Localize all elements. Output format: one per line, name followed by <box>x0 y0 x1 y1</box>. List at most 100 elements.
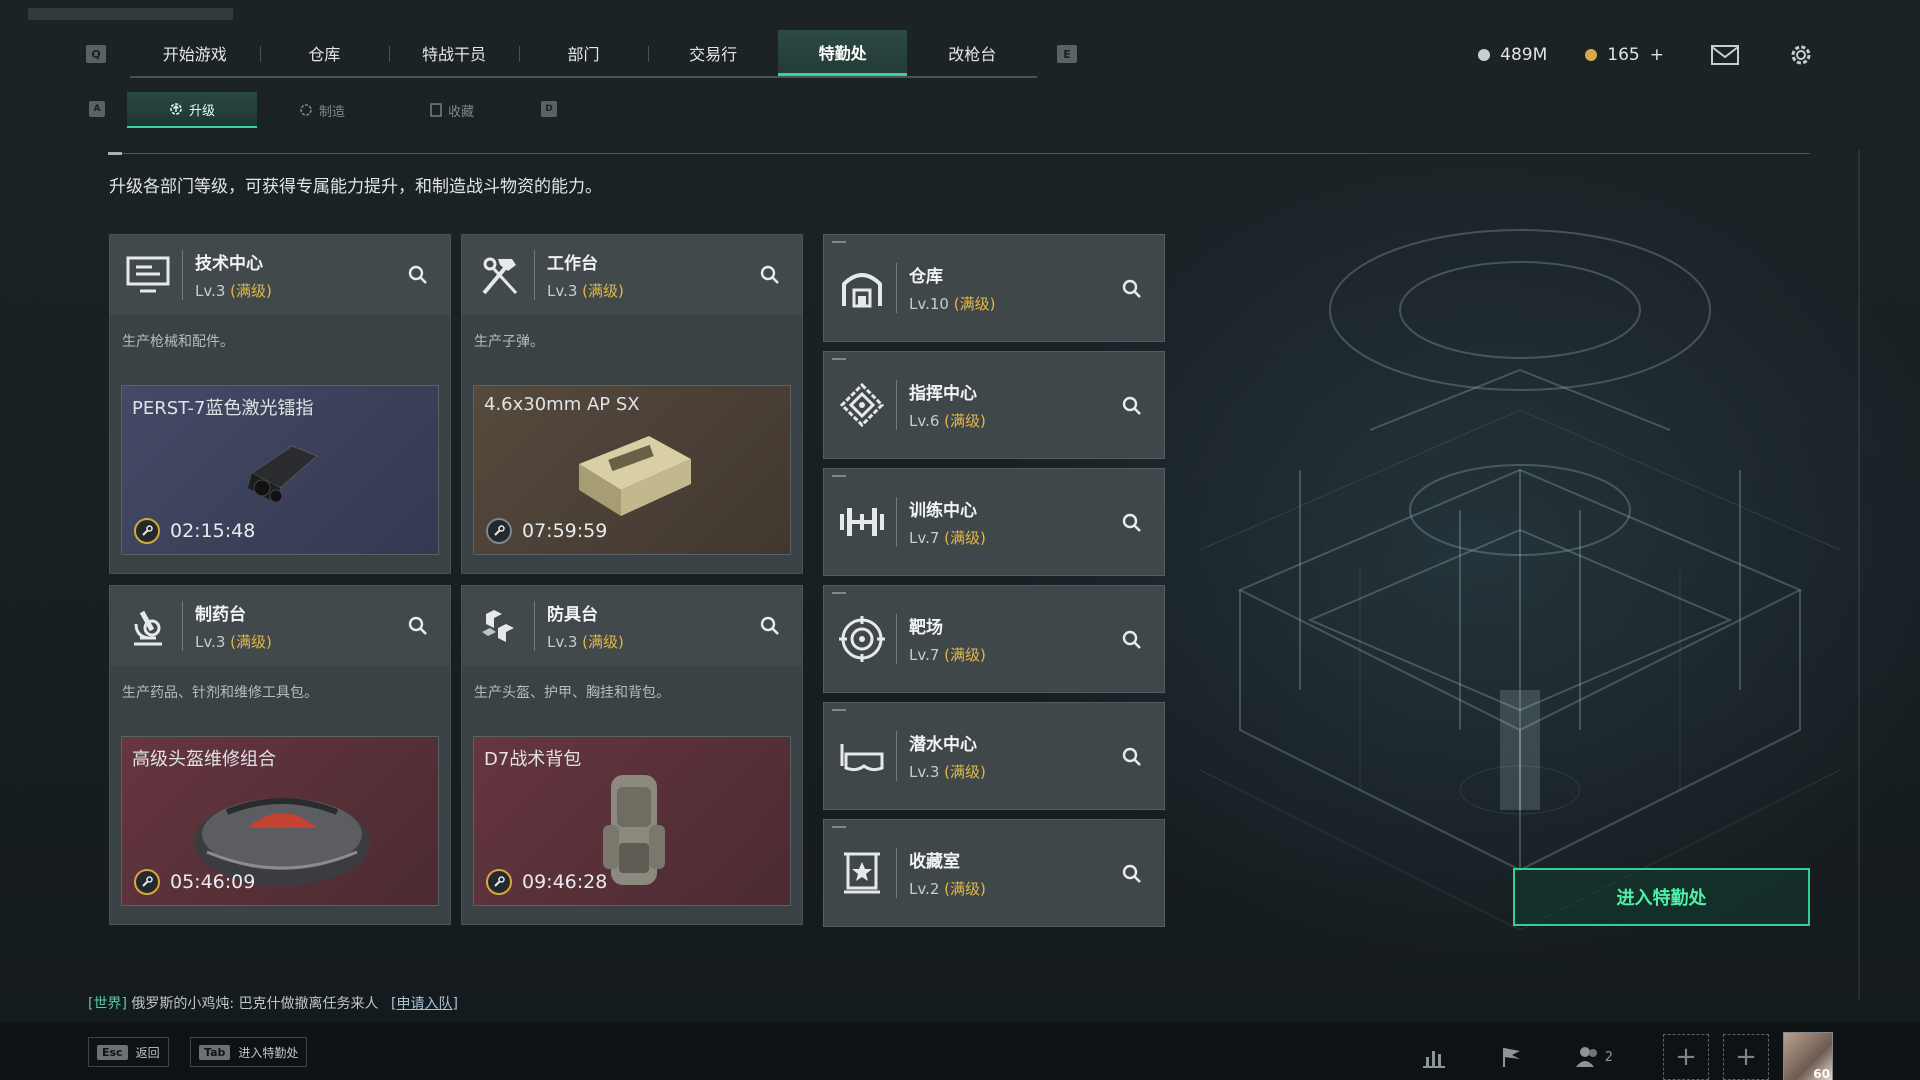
wrench-timer-icon <box>134 518 160 544</box>
card-status: (满级) <box>944 763 986 781</box>
currency-bar: 489M 165 + <box>1478 40 1816 70</box>
dept-card-workbench[interactable]: 工作台 Lv.3 (满级) 生产子弹。 4.6x30mm AP SX 07:59… <box>461 234 803 574</box>
tab-department[interactable]: 部门 <box>518 30 649 76</box>
tab-warehouse[interactable]: 仓库 <box>259 30 390 76</box>
mail-icon[interactable] <box>1710 40 1740 70</box>
subtab-collection[interactable]: 收藏 <box>387 92 517 128</box>
card-level: Lv.3 <box>547 282 578 300</box>
craft-gear-icon <box>300 104 312 116</box>
card-title: 技术中心 <box>195 254 263 274</box>
dept-card-warehouse[interactable]: 仓库 Lv.10 (满级) <box>823 234 1165 342</box>
card-level: Lv.3 <box>547 633 578 651</box>
search-icon[interactable] <box>1116 624 1148 656</box>
card-title: 制药台 <box>195 605 246 625</box>
page-description: 升级各部门等级，可获得专属能力提升，和制造战斗物资的能力。 <box>109 177 602 197</box>
search-icon[interactable] <box>402 259 434 291</box>
search-icon[interactable] <box>1116 507 1148 539</box>
dept-card-shooting-range[interactable]: 靶场 Lv.7 (满级) <box>823 585 1165 693</box>
back-hint[interactable]: Esc 返回 <box>88 1037 169 1067</box>
chat-sender: 俄罗斯的小鸡炖: <box>131 996 235 1012</box>
search-icon[interactable] <box>754 259 786 291</box>
product-timer: 02:15:48 <box>170 520 256 542</box>
subnav-next-key[interactable]: D <box>541 101 557 117</box>
search-icon[interactable] <box>1116 858 1148 890</box>
dept-card-pharmacy[interactable]: 制药台 Lv.3 (满级) 生产药品、针剂和维修工具包。 高级头盔维修组合 05… <box>109 585 451 925</box>
tab-gunsmith[interactable]: 改枪台 <box>907 30 1037 76</box>
production-slot[interactable]: 高级头盔维修组合 05:46:09 <box>121 736 439 906</box>
tab-special-ops[interactable]: 特勤处 <box>777 30 908 76</box>
friends-icon <box>1575 1047 1597 1067</box>
sub-nav: 升级 制造 收藏 <box>127 92 517 128</box>
esc-key: Esc <box>97 1044 128 1060</box>
add-slot-2[interactable]: + <box>1723 1034 1769 1080</box>
search-icon[interactable] <box>1116 273 1148 305</box>
production-slot[interactable]: PERST-7蓝色激光镭指 02:15:48 <box>121 385 439 555</box>
microscope-icon <box>124 602 172 650</box>
card-title: 防具台 <box>547 605 598 625</box>
silver-coin-icon <box>1478 49 1491 61</box>
command-emblem-icon <box>838 381 886 429</box>
production-slot[interactable]: D7战术背包 09:46:28 <box>473 736 791 906</box>
production-slot[interactable]: 4.6x30mm AP SX 07:59:59 <box>473 385 791 555</box>
card-description: 生产药品、针剂和维修工具包。 <box>122 685 318 701</box>
dept-card-collection-room[interactable]: 收藏室 Lv.2 (满级) <box>823 819 1165 927</box>
card-title: 仓库 <box>909 267 943 287</box>
card-status: (满级) <box>582 633 624 651</box>
product-name: PERST-7蓝色激光镭指 <box>132 398 314 419</box>
tab-operators[interactable]: 特战干员 <box>389 30 519 76</box>
search-icon[interactable] <box>402 610 434 642</box>
card-status: (满级) <box>944 646 986 664</box>
card-description: 生产头盔、护甲、胸挂和背包。 <box>474 685 670 701</box>
tab-trade[interactable]: 交易行 <box>648 30 778 76</box>
search-icon[interactable] <box>754 610 786 642</box>
world-chat-line: [世界] 俄罗斯的小鸡炖: 巴克什做撤离任务来人 [申请入队] <box>88 993 458 1013</box>
gold-add-button[interactable]: + <box>1650 45 1664 65</box>
join-team-link[interactable]: [申请入队] <box>391 996 458 1012</box>
tab-key: Tab <box>199 1044 231 1060</box>
dept-card-command-center[interactable]: 指挥中心 Lv.6 (满级) <box>823 351 1165 459</box>
add-slot-1[interactable]: + <box>1663 1034 1709 1080</box>
enter-special-ops-button[interactable]: 进入特勤处 <box>1513 868 1810 926</box>
card-title: 靶场 <box>909 618 943 638</box>
silver-amount: 489M <box>1500 45 1548 65</box>
gear-icon[interactable] <box>1786 40 1816 70</box>
card-status: (满级) <box>953 295 996 313</box>
flag-icon[interactable] <box>1497 1042 1527 1072</box>
card-level: Lv.3 <box>195 633 226 651</box>
gold-coin-icon <box>1585 49 1598 61</box>
tab-start-game[interactable]: 开始游戏 <box>130 30 260 76</box>
chat-channel: [世界] <box>88 996 127 1012</box>
nav-prev-key[interactable]: Q <box>86 45 106 63</box>
friends-count: 2 <box>1604 1049 1613 1065</box>
search-icon[interactable] <box>1116 390 1148 422</box>
stats-chart-icon[interactable] <box>1419 1042 1449 1072</box>
nav-next-key[interactable]: E <box>1057 45 1077 63</box>
subnav-prev-key[interactable]: A <box>89 101 105 117</box>
right-edge-rule <box>1858 150 1860 1000</box>
card-level: Lv.10 <box>909 295 949 313</box>
enter-hint[interactable]: Tab 进入特勤处 <box>190 1037 308 1067</box>
dept-card-tech-center[interactable]: 技术中心 Lv.3 (满级) 生产枪械和配件。 PERST-7蓝色激光镭指 02… <box>109 234 451 574</box>
chat-message: 巴克什做撤离任务来人 <box>238 996 379 1012</box>
laser-device-image <box>248 445 318 503</box>
card-status: (满级) <box>944 880 986 898</box>
subtab-upgrade[interactable]: 升级 <box>127 92 257 128</box>
card-title: 训练中心 <box>909 501 977 521</box>
avatar[interactable]: 60 <box>1783 1032 1833 1080</box>
ammo-box-image <box>579 436 691 516</box>
search-icon[interactable] <box>1116 741 1148 773</box>
card-title: 潜水中心 <box>909 735 977 755</box>
dept-card-training-center[interactable]: 训练中心 Lv.7 (满级) <box>823 468 1165 576</box>
avatar-level: 60 <box>1813 1067 1830 1080</box>
product-name: 高级头盔维修组合 <box>132 749 276 770</box>
card-status: (满级) <box>944 529 986 547</box>
dept-card-armor-bench[interactable]: 防具台 Lv.3 (满级) 生产头盔、护甲、胸挂和背包。 D7战术背包 09:4… <box>461 585 803 925</box>
upgrade-gear-icon <box>170 103 182 115</box>
subtab-craft[interactable]: 制造 <box>257 92 387 128</box>
card-header: 工作台 Lv.3 (满级) <box>462 235 802 315</box>
card-level: Lv.6 <box>909 412 940 430</box>
card-description: 生产子弹。 <box>474 334 544 350</box>
card-description: 生产枪械和配件。 <box>122 334 234 350</box>
friends-button[interactable]: 2 <box>1575 1045 1613 1069</box>
dept-card-diving-center[interactable]: 潜水中心 Lv.3 (满级) <box>823 702 1165 810</box>
